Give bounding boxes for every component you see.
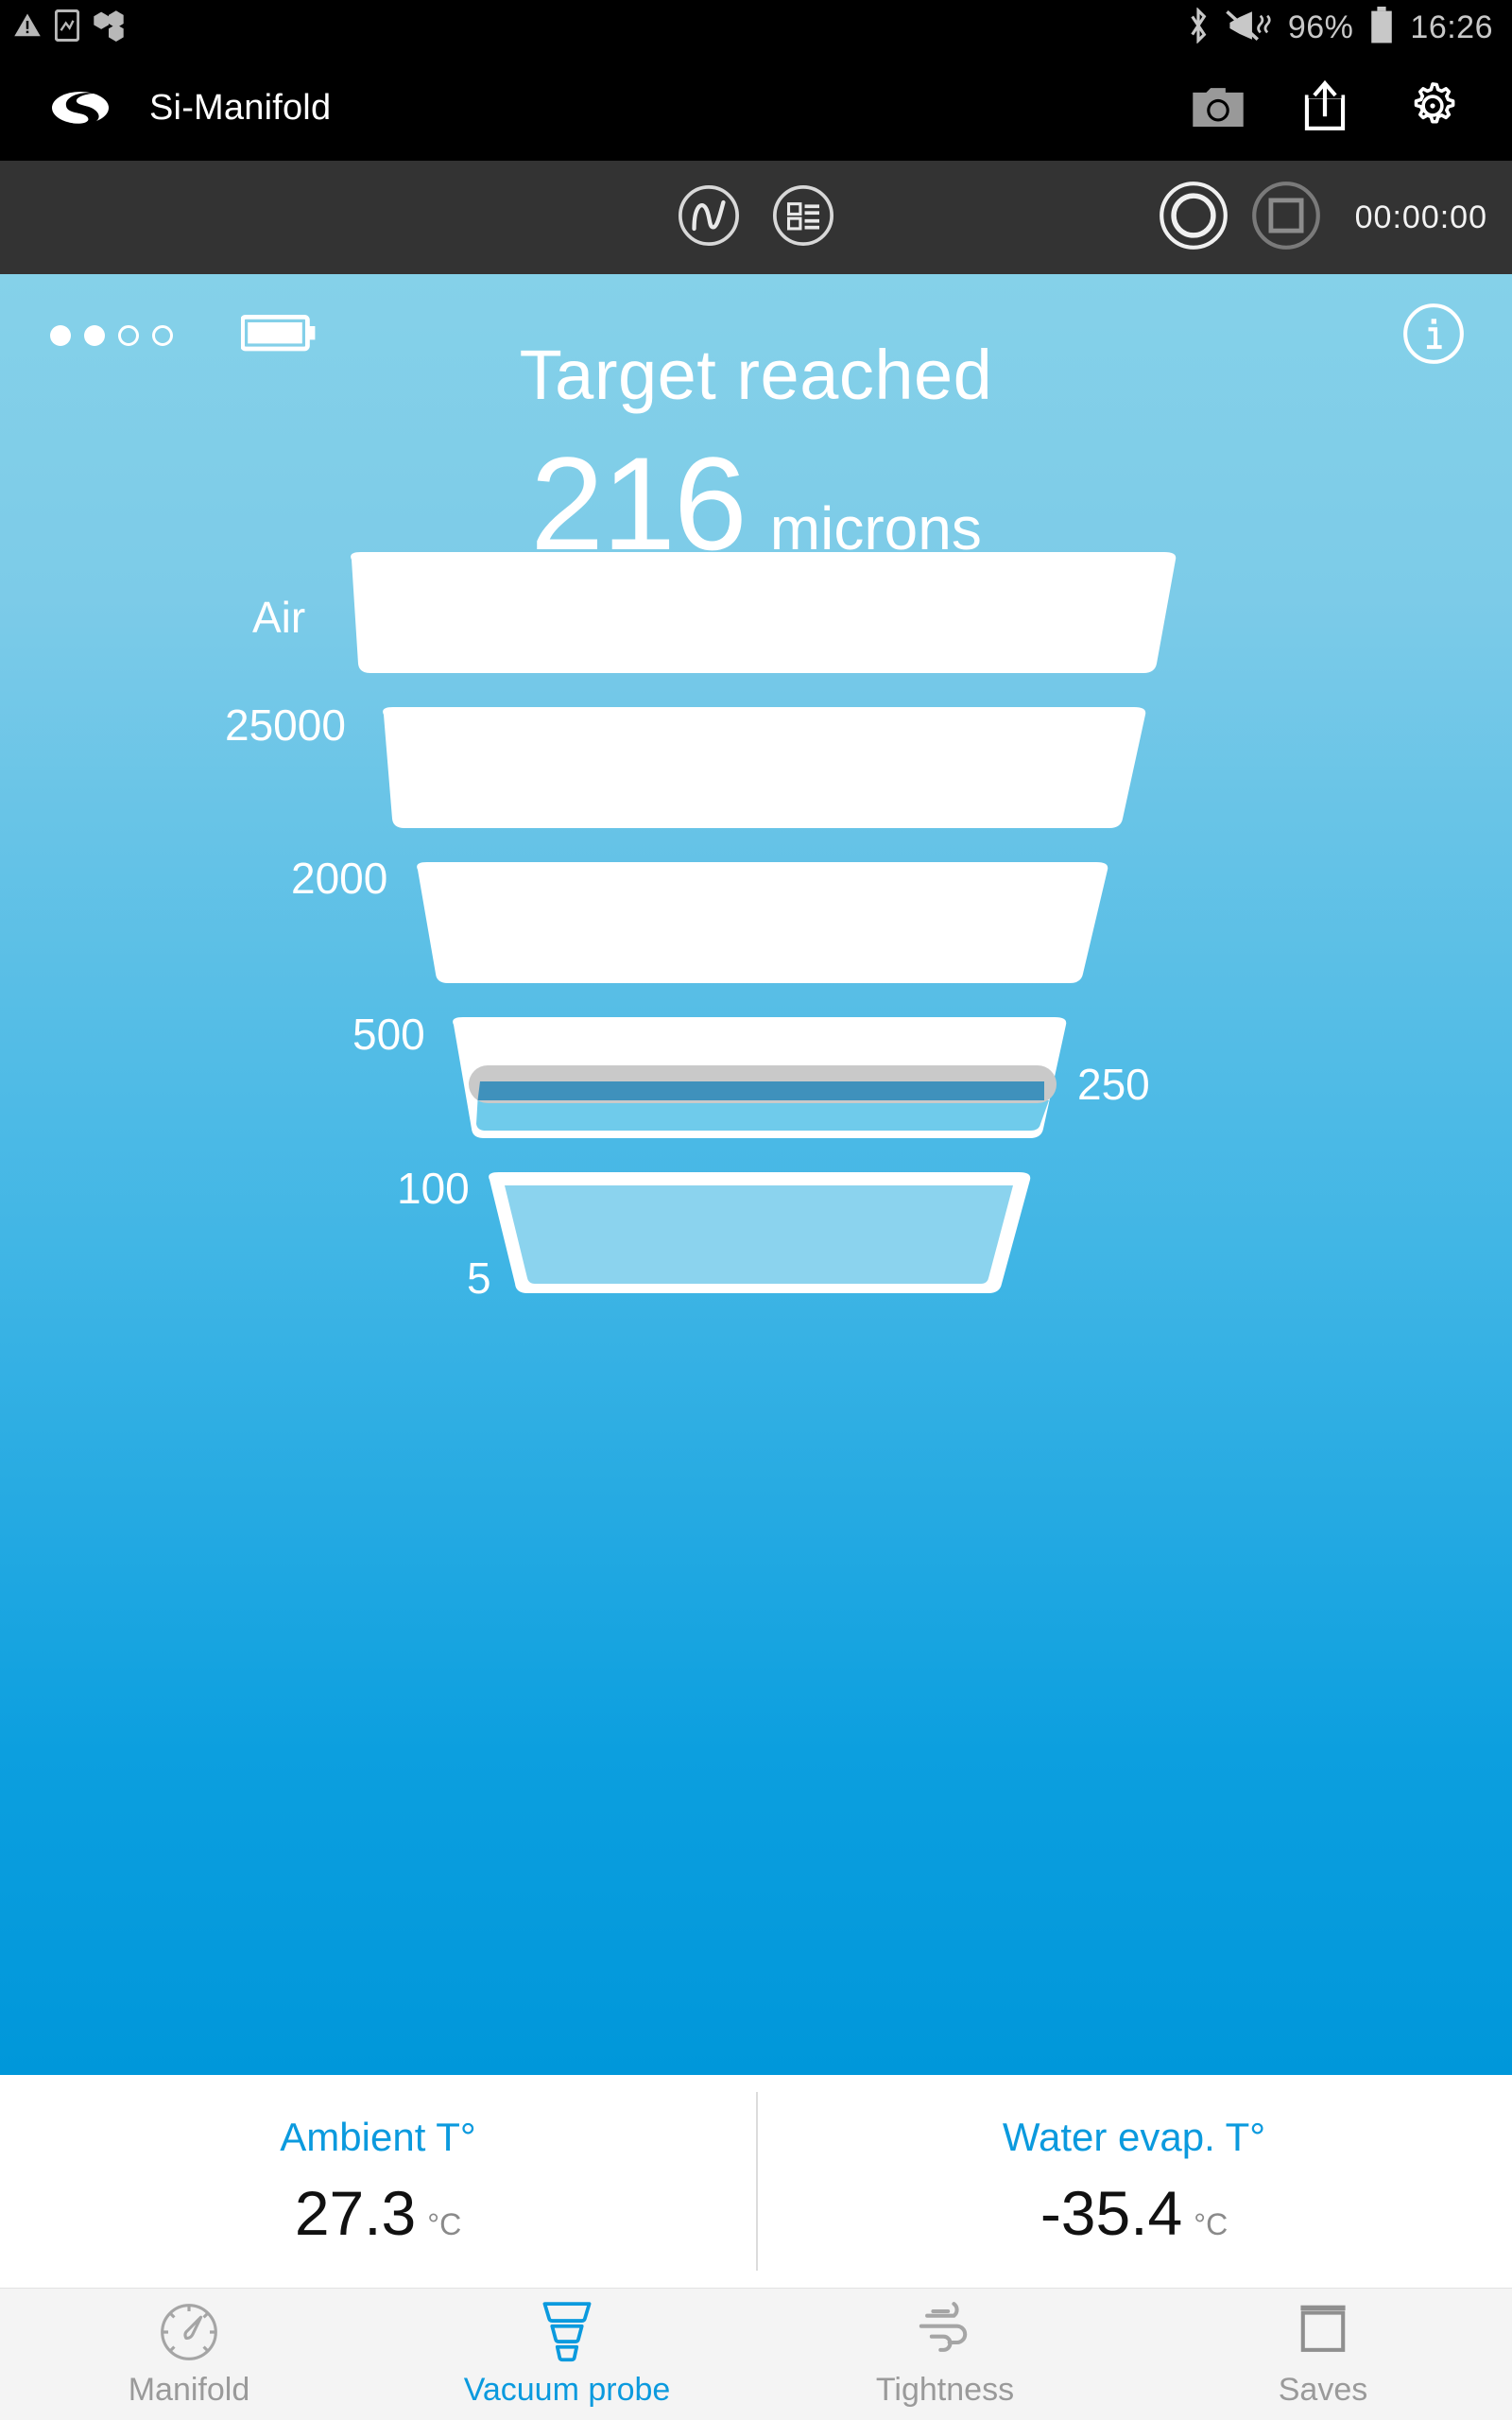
archive-icon [1292, 2302, 1354, 2362]
waveform-icon[interactable] [677, 183, 741, 252]
ambient-temperature-label: Ambient T° [280, 2114, 476, 2159]
funnel-fill-500 [476, 1100, 1049, 1131]
status-bar-left-icons [0, 9, 125, 46]
funnel-label-5: 5 [467, 1253, 491, 1303]
recording-toolbar: 00:00:00 [0, 161, 1512, 274]
molecule-icon [93, 9, 125, 46]
temperature-strip: Ambient T° 27.3 °C Water evap. T° -35.4 °C [0, 2075, 1512, 2288]
funnel-label-500: 500 [352, 1010, 425, 1059]
vacuum-funnel-chart: Air 25000 2000 500 100 5 250 [0, 548, 1512, 1333]
warning-triangle-icon [13, 10, 42, 45]
water-evap-temperature-label: Water evap. T° [1002, 2114, 1266, 2159]
water-evap-temperature-value-row: -35.4 °C [1040, 2177, 1228, 2249]
tab-manifold[interactable]: Manifold [0, 2289, 378, 2409]
funnel-label-2000: 2000 [291, 854, 388, 903]
funnel-label-100: 100 [397, 1164, 470, 1213]
tab-saves[interactable]: Saves [1134, 2289, 1512, 2409]
vacuum-probe-panel: Target reached 216 microns Air 25000 200… [0, 274, 1512, 2075]
tab-saves-label: Saves [1278, 2372, 1368, 2408]
funnel-segment-2000 [417, 862, 1108, 983]
battery-percent-label: 96% [1287, 9, 1354, 45]
recording-timer: 00:00:00 [1354, 199, 1487, 235]
clock-label: 16:26 [1410, 9, 1493, 45]
water-evap-temperature-cell: Water evap. T° -35.4 °C [756, 2075, 1512, 2288]
gauge-icon [158, 2302, 220, 2362]
screenshot-icon [54, 9, 80, 46]
phone-screen: 96% 16:26 Si-Manifold 00:00:00 Target re… [0, 0, 1512, 2420]
si-logo [51, 85, 110, 130]
tab-manifold-label: Manifold [128, 2372, 250, 2408]
tab-vacuum-probe-label: Vacuum probe [463, 2372, 671, 2408]
share-icon[interactable] [1302, 79, 1348, 136]
ambient-temperature-value-row: 27.3 °C [295, 2177, 461, 2249]
record-icon[interactable] [1159, 181, 1228, 255]
bluetooth-icon [1186, 6, 1211, 48]
stop-icon[interactable] [1251, 181, 1321, 255]
funnel-level-line [477, 1081, 1044, 1100]
ambient-temperature-unit: °C [427, 2206, 462, 2241]
airflow-icon [914, 2302, 976, 2362]
funnel-segment-25000 [383, 707, 1146, 828]
battery-icon [1368, 6, 1395, 49]
status-bar-right-icons: 96% 16:26 [1186, 6, 1512, 49]
tab-tightness[interactable]: Tightness [756, 2289, 1134, 2409]
ambient-temperature-value: 27.3 [294, 2177, 417, 2248]
camera-icon[interactable] [1193, 85, 1244, 131]
status-headline: Target reached [519, 336, 993, 414]
tab-tightness-label: Tightness [875, 2372, 1015, 2408]
ambient-temperature-cell: Ambient T° 27.3 °C [0, 2075, 756, 2288]
app-bar: Si-Manifold [0, 55, 1512, 161]
funnel-label-250: 250 [1077, 1060, 1150, 1109]
gear-icon[interactable] [1406, 79, 1459, 137]
tab-vacuum-probe[interactable]: Vacuum probe [378, 2289, 756, 2409]
water-evap-temperature-unit: °C [1194, 2206, 1228, 2241]
funnel-icon [536, 2302, 598, 2362]
funnel-segment-air [351, 552, 1177, 673]
vibrate-off-icon [1226, 9, 1273, 46]
toolbar-record-controls: 00:00:00 [1159, 181, 1512, 255]
funnel-label-air: Air [252, 593, 306, 642]
funnel-fill-100 [505, 1185, 1013, 1284]
app-bar-actions [1193, 79, 1512, 137]
water-evap-temperature-value: -35.4 [1040, 2177, 1183, 2248]
list-icon[interactable] [771, 183, 835, 252]
bottom-navigation: Manifold Vacuum probe Tightness Saves [0, 2288, 1512, 2420]
status-bar: 96% 16:26 [0, 0, 1512, 55]
app-title: Si-Manifold [149, 87, 332, 128]
funnel-label-25000: 25000 [225, 700, 346, 750]
